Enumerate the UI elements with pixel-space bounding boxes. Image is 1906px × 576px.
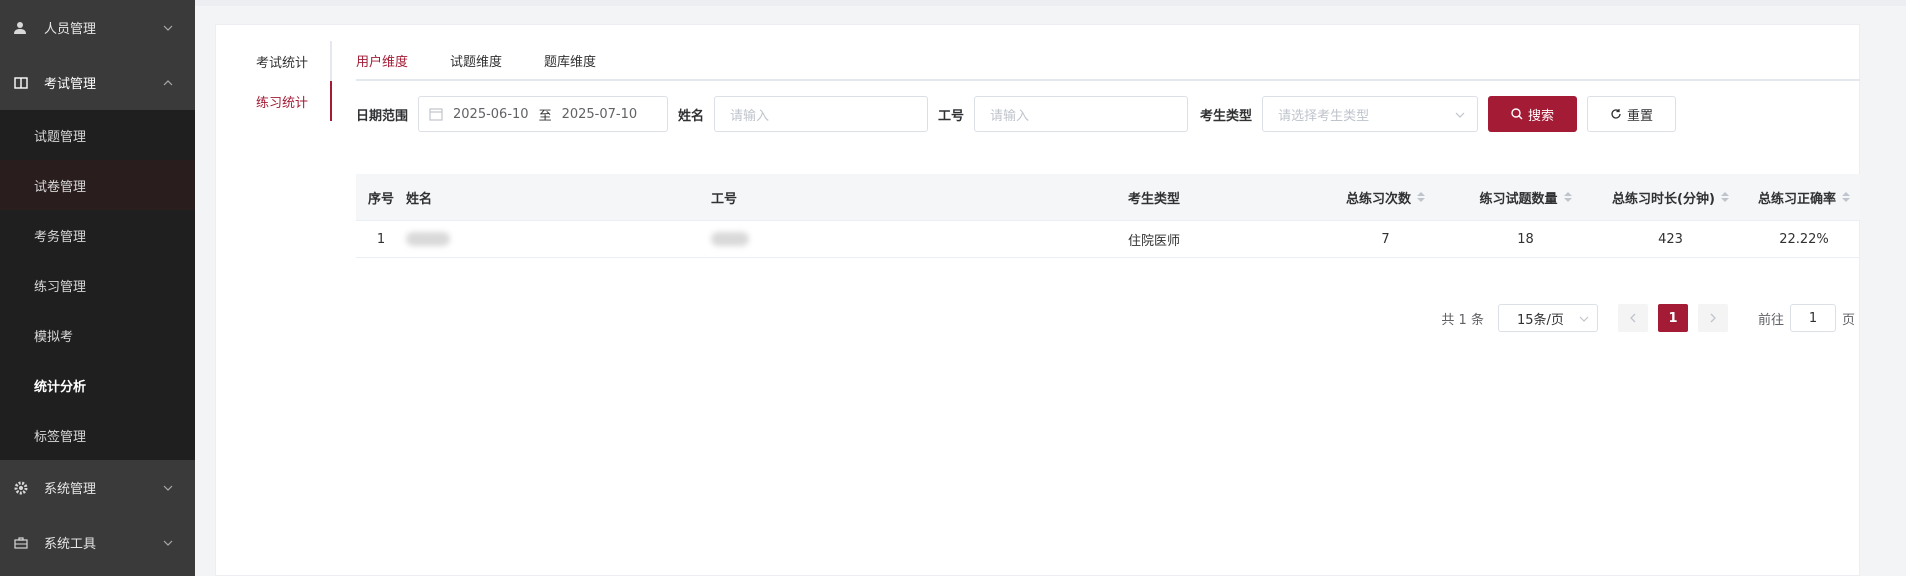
- header-index: 序号: [368, 191, 395, 207]
- tab-user-dimension[interactable]: 用户维度: [356, 51, 408, 70]
- main-panel: 考试统计 练习统计 用户维度 试题维度 题库维度 日期范围 2025-06-10…: [215, 24, 1860, 576]
- menu-system-label: 系统管理: [44, 482, 97, 497]
- page-size-value: 15条/页: [1516, 312, 1564, 328]
- menu-exam[interactable]: 考试管理: [0, 55, 195, 110]
- date-separator: 至: [538, 108, 552, 124]
- submenu-practice-manage[interactable]: 练习管理: [0, 260, 195, 310]
- page-size-select[interactable]: 15条/页: [1497, 304, 1598, 332]
- id-input[interactable]: 请输入: [974, 96, 1189, 132]
- menu-exam-label: 考试管理: [44, 77, 97, 92]
- sort-icon[interactable]: [1417, 192, 1425, 202]
- toolbox-icon: [14, 536, 28, 550]
- cell-question-count: 18: [1517, 231, 1534, 247]
- left-tabs: 考试统计 练习统计: [256, 41, 332, 121]
- top-strip: [195, 0, 1906, 6]
- menu-personnel[interactable]: 人员管理: [0, 0, 195, 55]
- header-accuracy[interactable]: 总练习正确率: [1748, 188, 1860, 207]
- chevron-up-icon: [163, 79, 173, 85]
- submenu-paper-manage[interactable]: 试卷管理: [0, 160, 195, 210]
- date-end: 2025-07-10: [561, 106, 638, 122]
- cell-accuracy: 22.22%: [1779, 231, 1829, 247]
- chevron-right-icon: [1710, 313, 1716, 323]
- id-label: 工号: [938, 108, 965, 124]
- cell-employee-id: [711, 232, 1128, 246]
- type-select-placeholder: 请选择考生类型: [1278, 108, 1370, 124]
- name-label: 姓名: [678, 108, 705, 124]
- header-name: 姓名: [406, 191, 433, 207]
- chevron-down-icon: [163, 540, 173, 546]
- name-input[interactable]: 请输入: [714, 96, 929, 132]
- date-range-picker[interactable]: 2025-06-10 至 2025-07-10: [418, 96, 669, 132]
- header-duration-label: 总练习时长(分钟): [1612, 191, 1715, 207]
- redacted-name: [406, 232, 450, 246]
- refresh-icon: [1611, 109, 1621, 119]
- type-label: 考生类型: [1200, 108, 1253, 124]
- tab-question-dimension[interactable]: 试题维度: [450, 51, 502, 70]
- submenu-exam-affairs[interactable]: 考务管理: [0, 210, 195, 260]
- chevron-left-icon: [1630, 313, 1636, 323]
- filter-bar: 日期范围 2025-06-10 至 2025-07-10 姓名 请输入 工号 请…: [356, 96, 1677, 132]
- chevron-down-icon: [1455, 112, 1465, 118]
- header-practice-count[interactable]: 总练习次数: [1313, 188, 1458, 207]
- tab-exam-statistics[interactable]: 考试统计: [256, 41, 330, 81]
- sort-icon[interactable]: [1842, 192, 1850, 202]
- cell-duration: 423: [1658, 231, 1683, 247]
- chevron-down-icon: [163, 485, 173, 491]
- header-question-count[interactable]: 练习试题数量: [1458, 188, 1593, 207]
- date-start: 2025-06-10: [453, 106, 529, 122]
- sidebar: 人员管理 考试管理 试题管理 试卷管理 考务管理 练习管理 模拟考 统计分析 标…: [0, 0, 195, 576]
- search-button-label: 搜索: [1528, 108, 1555, 124]
- submenu-tag-manage[interactable]: 标签管理: [0, 410, 195, 460]
- cell-practice-count: 7: [1381, 231, 1390, 247]
- type-select[interactable]: 请选择考生类型: [1262, 96, 1479, 132]
- sort-icon[interactable]: [1720, 192, 1729, 202]
- table-row: 1 住院医师 7 18 423 22.22%: [356, 221, 1860, 258]
- tab-bank-dimension[interactable]: 题库维度: [544, 51, 596, 70]
- header-practice-count-label: 总练习次数: [1345, 191, 1411, 207]
- goto-page: 前往 1 页: [1758, 304, 1855, 332]
- chevron-down-icon: [163, 25, 173, 31]
- cell-type: 住院医师: [1128, 233, 1181, 249]
- submenu-statistics[interactable]: 统计分析: [0, 360, 195, 410]
- goto-suffix: 页: [1841, 312, 1855, 328]
- reset-button-label: 重置: [1627, 108, 1654, 124]
- pagination: 共 1 条 15条/页 1 前往 1 页: [1441, 304, 1855, 332]
- page-number-current[interactable]: 1: [1657, 304, 1688, 332]
- cell-index: 1: [376, 231, 386, 247]
- search-icon: [1511, 108, 1523, 120]
- user-icon: [14, 21, 28, 35]
- next-page-button[interactable]: [1697, 304, 1728, 332]
- submenu-question-manage[interactable]: 试题管理: [0, 110, 195, 160]
- pagination-total: 共 1 条: [1441, 312, 1484, 328]
- redacted-id: [711, 232, 749, 246]
- chevron-down-icon: [1579, 316, 1589, 322]
- menu-tools-label: 系统工具: [44, 537, 97, 552]
- header-accuracy-label: 总练习正确率: [1757, 191, 1836, 207]
- book-icon: [14, 76, 28, 90]
- cell-name: [406, 232, 711, 246]
- search-button[interactable]: 搜索: [1488, 96, 1578, 132]
- submenu-mock-exam[interactable]: 模拟考: [0, 310, 195, 360]
- calendar-icon: [429, 108, 443, 121]
- menu-personnel-label: 人员管理: [44, 22, 97, 37]
- gear-icon: [14, 481, 28, 495]
- goto-page-input[interactable]: 1: [1789, 304, 1836, 332]
- exam-submenu: 试题管理 试卷管理 考务管理 练习管理 模拟考 统计分析 标签管理: [0, 110, 195, 460]
- table-header: 序号 姓名 工号 考生类型 总练习次数 练习试题数量 总练习时长(分钟) 总练习…: [356, 174, 1860, 221]
- reset-button[interactable]: 重置: [1587, 96, 1677, 132]
- menu-tools[interactable]: 系统工具: [0, 515, 195, 570]
- dimension-tabs: 用户维度 试题维度 题库维度: [356, 41, 1860, 81]
- header-type: 考生类型: [1128, 191, 1181, 207]
- goto-prefix: 前往: [1757, 312, 1784, 328]
- tab-practice-statistics[interactable]: 练习统计: [256, 81, 332, 121]
- header-question-count-label: 练习试题数量: [1479, 191, 1558, 207]
- sort-icon[interactable]: [1563, 192, 1572, 202]
- prev-page-button[interactable]: [1617, 304, 1648, 332]
- statistics-table: 序号 姓名 工号 考生类型 总练习次数 练习试题数量 总练习时长(分钟) 总练习…: [356, 174, 1860, 258]
- date-range-label: 日期范围: [356, 108, 409, 124]
- header-duration[interactable]: 总练习时长(分钟): [1593, 188, 1748, 207]
- header-employee-id: 工号: [711, 191, 738, 207]
- menu-system[interactable]: 系统管理: [0, 460, 195, 515]
